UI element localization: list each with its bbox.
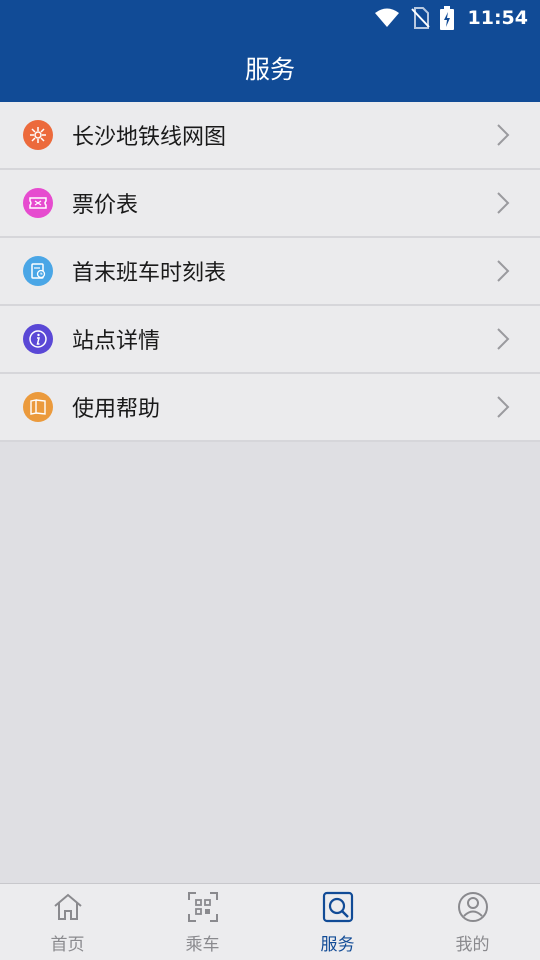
service-menu: 长沙地铁线网图 票价表 首末班车时刻表 站点详情 使用帮助 (0, 102, 540, 442)
home-icon (52, 891, 84, 927)
battery-charging-icon (439, 6, 454, 30)
menu-item-metro-map[interactable]: 长沙地铁线网图 (0, 102, 540, 170)
top-app-bar: 11:54 服务 (0, 0, 540, 102)
chevron-right-icon (496, 395, 510, 419)
chevron-right-icon (496, 123, 510, 147)
menu-item-label: 站点详情 (72, 329, 161, 354)
ticket-icon (23, 188, 53, 218)
help-book-icon (23, 392, 53, 422)
tab-label: 服务 (320, 935, 355, 955)
tab-service[interactable]: 服务 (270, 884, 405, 960)
menu-item-station-details[interactable]: 站点详情 (0, 306, 540, 374)
tab-home[interactable]: 首页 (0, 884, 135, 960)
metro-map-icon (23, 120, 53, 150)
menu-item-label: 首末班车时刻表 (72, 261, 227, 286)
tab-label: 乘车 (185, 935, 220, 955)
status-bar: 11:54 (374, 6, 528, 30)
wifi-icon (374, 8, 400, 28)
chevron-right-icon (496, 327, 510, 351)
menu-item-fare-table[interactable]: 票价表 (0, 170, 540, 238)
qr-scan-icon (187, 891, 219, 927)
profile-icon (457, 891, 489, 927)
no-sim-icon (410, 7, 430, 29)
info-icon (23, 324, 53, 354)
service-search-icon (322, 891, 354, 927)
bottom-tab-bar: 首页 乘车 服务 我的 (0, 883, 540, 960)
tab-label: 首页 (50, 935, 85, 955)
menu-item-label: 票价表 (72, 193, 139, 218)
tab-ride[interactable]: 乘车 (135, 884, 270, 960)
menu-item-first-last-train[interactable]: 首末班车时刻表 (0, 238, 540, 306)
tab-label: 我的 (455, 935, 490, 955)
status-time: 11:54 (467, 7, 528, 29)
tab-mine[interactable]: 我的 (405, 884, 540, 960)
chevron-right-icon (496, 259, 510, 283)
page-title: 服务 (244, 55, 295, 84)
menu-item-help[interactable]: 使用帮助 (0, 374, 540, 442)
schedule-icon (23, 256, 53, 286)
menu-item-label: 长沙地铁线网图 (72, 125, 227, 150)
menu-item-label: 使用帮助 (72, 397, 161, 422)
chevron-right-icon (496, 191, 510, 215)
